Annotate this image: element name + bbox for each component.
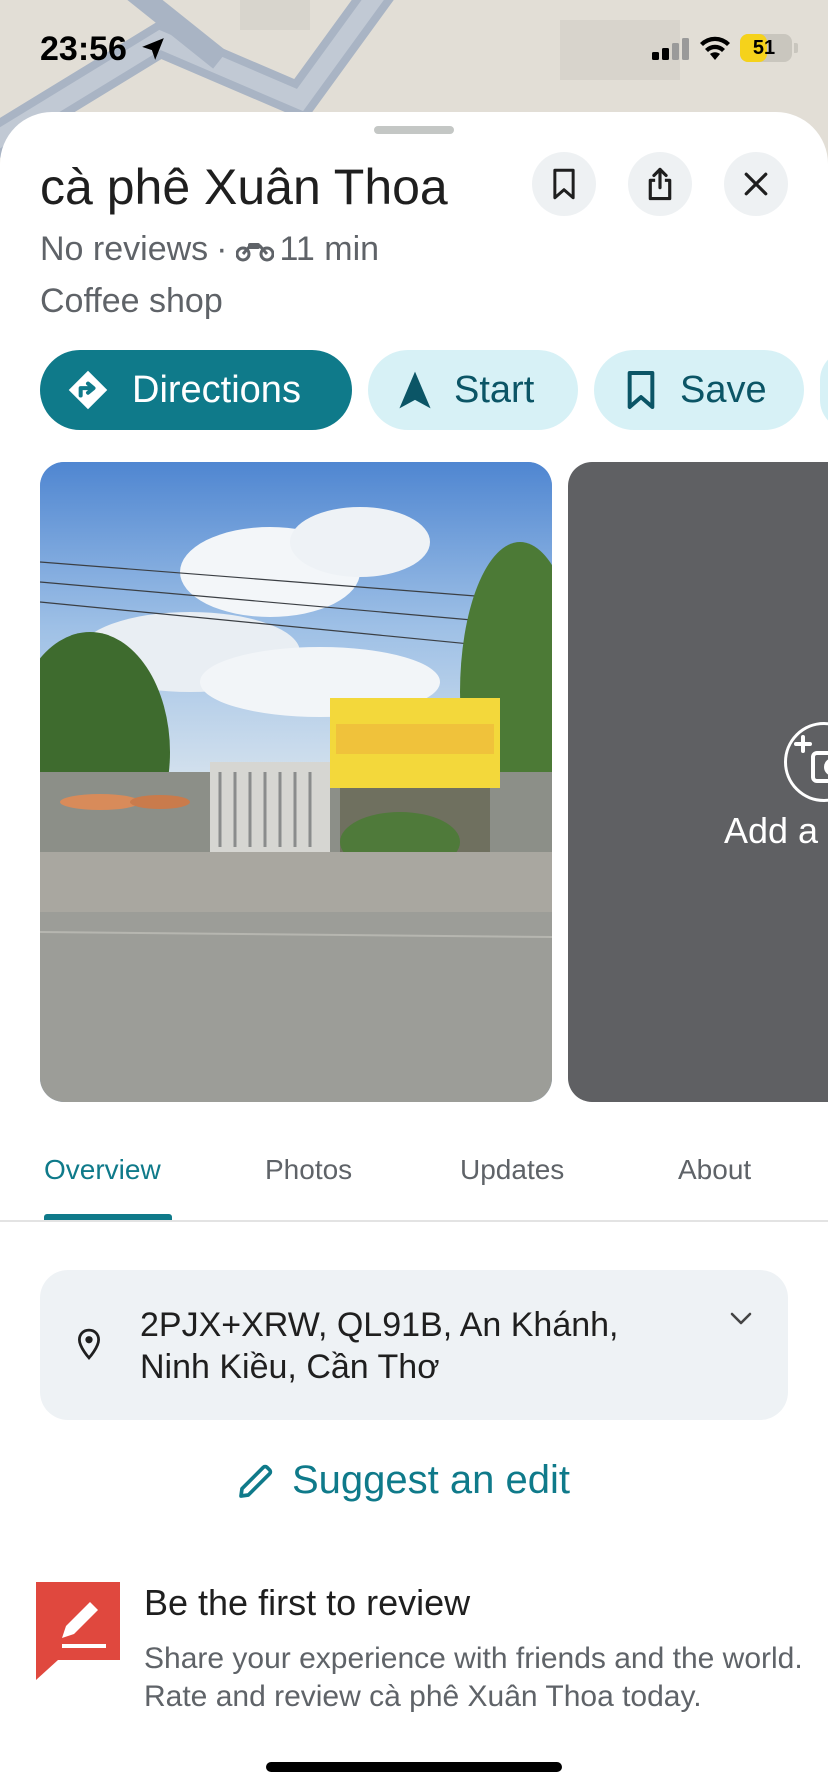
save-button[interactable]: Save [594, 350, 804, 430]
share-icon [648, 167, 672, 201]
home-indicator [266, 1762, 562, 1772]
wifi-icon [700, 36, 730, 60]
cellular-signal-icon [652, 38, 689, 60]
add-photo-label: Add a [724, 810, 819, 851]
battery-percent: 51 [752, 37, 776, 59]
start-button[interactable]: Start [368, 350, 578, 430]
suggest-edit-button[interactable]: Suggest an edit [236, 1458, 570, 1503]
place-category: Coffee shop [40, 282, 223, 320]
close-icon [744, 172, 768, 196]
place-meta: No reviews · 11 min [40, 230, 379, 269]
navigation-arrow-icon [399, 371, 431, 409]
street-view-photo [40, 462, 552, 1102]
battery-cap [794, 43, 798, 53]
tab-photos[interactable]: Photos [265, 1142, 352, 1222]
pencil-icon [239, 1464, 273, 1498]
place-sheet: cà phê Xuân Thoa No reviews · 11 min Cof… [0, 112, 828, 1792]
bookmark-icon [553, 168, 575, 200]
address-line-2: Ninh Kiều, Cần Thơ [140, 1348, 440, 1386]
address-card[interactable]: 2PJX+XRW, QL91B, An Khánh, Ninh Kiều, Cầ… [40, 1270, 788, 1420]
tab-overview[interactable]: Overview [44, 1142, 161, 1222]
review-prompt-title: Be the first to review [144, 1582, 471, 1623]
address-text: 2PJX+XRW, QL91B, An Khánh, Ninh Kiều, Cầ… [140, 1304, 700, 1388]
active-tab-indicator [44, 1214, 172, 1220]
travel-time: 11 min [279, 230, 380, 268]
sheet-drag-handle[interactable] [374, 126, 454, 134]
tab-about[interactable]: About [678, 1142, 751, 1222]
motorbike-icon [235, 242, 274, 261]
meta-separator: · [216, 230, 228, 268]
tab-updates[interactable]: Updates [460, 1142, 564, 1222]
directions-icon [68, 370, 108, 410]
place-title: cà phê Xuân Thoa [40, 159, 448, 215]
bookmark-icon [627, 371, 655, 409]
chevron-down-icon[interactable] [730, 1312, 752, 1326]
more-actions-chip[interactable] [820, 350, 828, 430]
suggest-edit-label: Suggest an edit [292, 1458, 570, 1502]
close-button[interactable] [724, 152, 788, 216]
battery-indicator: 51 [740, 34, 792, 62]
save-label: Save [680, 368, 767, 411]
add-photo-icon [784, 722, 828, 802]
review-prompt-body: Share your experience with friends and t… [144, 1642, 803, 1713]
status-time: 23:56 [40, 30, 127, 68]
location-arrow-icon [142, 38, 164, 60]
share-button[interactable] [628, 152, 692, 216]
location-pin-icon [78, 1328, 100, 1360]
write-review-icon [36, 1582, 120, 1680]
place-photo[interactable] [40, 462, 552, 1102]
review-count: No reviews [40, 230, 209, 268]
address-line-1: 2PJX+XRW, QL91B, An Khánh, [140, 1306, 619, 1344]
directions-button[interactable]: Directions [40, 350, 352, 430]
status-bar: 23:56 51 [0, 0, 828, 100]
directions-label: Directions [132, 368, 301, 411]
start-label: Start [454, 368, 535, 411]
bookmark-button[interactable] [532, 152, 596, 216]
add-photo-card[interactable]: Add a [568, 462, 828, 1102]
place-tabs: Overview Photos Updates About [0, 1142, 828, 1222]
